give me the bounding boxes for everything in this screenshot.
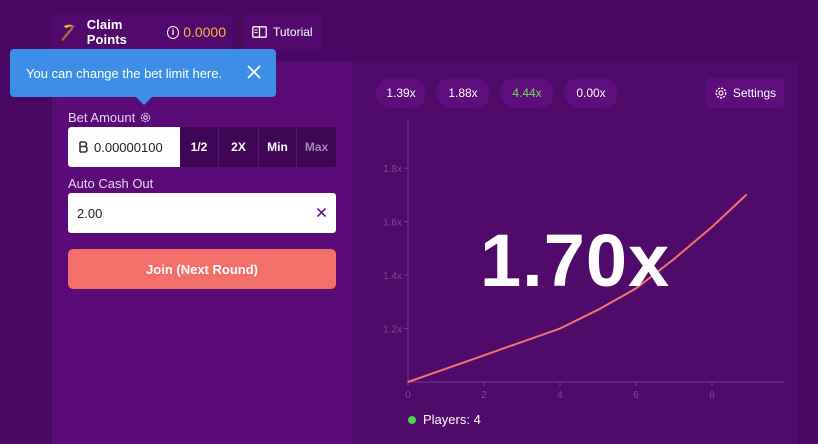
players-label: Players: 4 bbox=[423, 412, 481, 427]
claim-points-value: 0.0000 bbox=[183, 24, 227, 40]
players-count: Players: 4 bbox=[408, 412, 481, 427]
y-tick-label: 1.4x bbox=[383, 271, 402, 282]
curve-point bbox=[521, 341, 523, 343]
bet-amount-value: 0.00000100 bbox=[94, 139, 163, 155]
gear-icon[interactable] bbox=[139, 111, 152, 124]
y-tick-label: 1.8x bbox=[383, 164, 402, 175]
double-bet-button[interactable]: 2X bbox=[218, 127, 258, 167]
curve-point bbox=[711, 226, 713, 228]
tooltip-text: You can change the bet limit here. bbox=[26, 65, 223, 81]
max-bet-button[interactable]: Max bbox=[296, 127, 336, 167]
auto-cash-out-label-row: Auto Cash Out bbox=[68, 176, 153, 191]
clear-icon[interactable] bbox=[316, 207, 327, 218]
y-tick-label: 1.6x bbox=[383, 218, 402, 229]
tutorial-button[interactable]: Tutorial bbox=[244, 14, 322, 50]
auto-cash-out-label: Auto Cash Out bbox=[68, 176, 154, 191]
x-tick-label: 0 bbox=[405, 390, 411, 401]
bet-amount-row: 0.00000100 1/2 2X Min Max bbox=[68, 127, 336, 167]
gear-icon bbox=[715, 87, 727, 99]
top-bar: Claim Points i 0.0000 Tutorial bbox=[52, 14, 322, 50]
half-bet-button[interactable]: 1/2 bbox=[180, 127, 218, 167]
claim-points-label: Claim Points bbox=[86, 17, 128, 47]
tutorial-label: Tutorial bbox=[273, 25, 313, 39]
curve-point bbox=[559, 327, 561, 330]
bet-amount-label-row: Bet Amount bbox=[68, 110, 152, 125]
history-pill[interactable]: 0.00x bbox=[564, 78, 618, 108]
history-pill[interactable]: 1.88x bbox=[436, 78, 490, 108]
y-tick-label: 1.2x bbox=[383, 325, 402, 336]
bitcoin-icon bbox=[79, 141, 88, 153]
pickaxe-icon bbox=[61, 24, 76, 41]
min-bet-button[interactable]: Min bbox=[258, 127, 296, 167]
settings-button[interactable]: Settings bbox=[706, 78, 784, 108]
x-tick-label: 2 bbox=[481, 390, 487, 401]
history-pill[interactable]: 4.44x bbox=[500, 78, 554, 108]
join-button[interactable]: Join (Next Round) bbox=[68, 249, 336, 289]
book-icon bbox=[252, 26, 267, 38]
curve-point bbox=[745, 194, 747, 196]
curve-point bbox=[673, 258, 675, 260]
bet-amount-label: Bet Amount bbox=[68, 110, 136, 125]
info-icon[interactable]: i bbox=[166, 25, 180, 39]
history-pill[interactable]: 1.39x bbox=[376, 78, 426, 108]
curve-point bbox=[597, 309, 599, 311]
auto-cash-out-value: 2.00 bbox=[77, 205, 103, 221]
x-tick-label: 8 bbox=[709, 390, 715, 401]
close-icon[interactable] bbox=[246, 64, 262, 80]
curve-point bbox=[445, 367, 447, 370]
bet-amount-input[interactable]: 0.00000100 bbox=[68, 127, 180, 167]
x-tick-label: 4 bbox=[557, 390, 563, 401]
claim-points-button[interactable]: Claim Points i 0.0000 bbox=[52, 14, 232, 50]
curve-point bbox=[483, 354, 485, 357]
online-dot-icon bbox=[408, 415, 416, 424]
bet-limit-tooltip: You can change the bet limit here. bbox=[10, 49, 276, 105]
auto-cash-out-input[interactable]: 2.00 bbox=[68, 193, 336, 233]
curve-point bbox=[407, 381, 409, 383]
x-tick-label: 6 bbox=[633, 390, 639, 401]
current-multiplier: 1.70x bbox=[480, 219, 671, 302]
settings-label: Settings bbox=[732, 86, 777, 100]
